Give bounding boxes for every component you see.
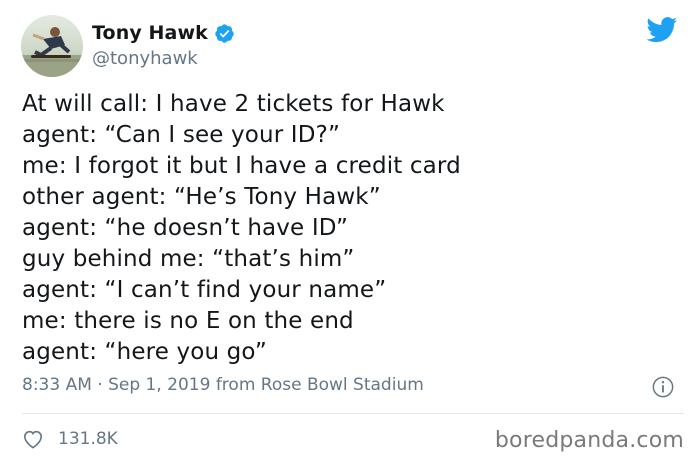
tweet-line: guy behind me: “that’s him” [22,246,355,272]
tweet-timestamp[interactable]: 8:33 AM · Sep 1, 2019 from Rose Bowl Sta… [22,375,424,395]
tweet-line: agent: “Can I see your ID?” [22,122,341,148]
author-display-name[interactable]: Tony Hawk [92,22,208,44]
watermark: boredpanda.com [494,428,684,453]
tweet-text: At will call: I have 2 tickets for Hawk … [22,89,672,368]
heart-icon[interactable] [22,429,44,449]
author-name-row[interactable]: Tony Hawk [92,22,235,44]
info-icon[interactable] [652,376,674,398]
like-count: 131.8K [58,429,118,449]
tweet-line: At will call: I have 2 tickets for Hawk [22,91,445,117]
tweet-line: other agent: “He’s Tony Hawk” [22,184,381,210]
verified-badge-icon [215,23,234,43]
author-handle[interactable]: @tonyhawk [92,48,198,69]
tweet-line: me: I forgot it but I have a credit card [22,153,461,179]
tweet-line: agent: “he doesn’t have ID” [22,215,349,241]
twitter-bird-icon[interactable] [646,17,678,43]
tweet-line: agent: “I can’t find your name” [22,277,387,303]
tweet-line: me: there is no E on the end [22,308,354,334]
divider [22,413,684,414]
author-avatar[interactable] [21,15,83,77]
like-action[interactable]: 131.8K [22,429,118,449]
tweet-line: agent: “here you go” [22,339,267,365]
